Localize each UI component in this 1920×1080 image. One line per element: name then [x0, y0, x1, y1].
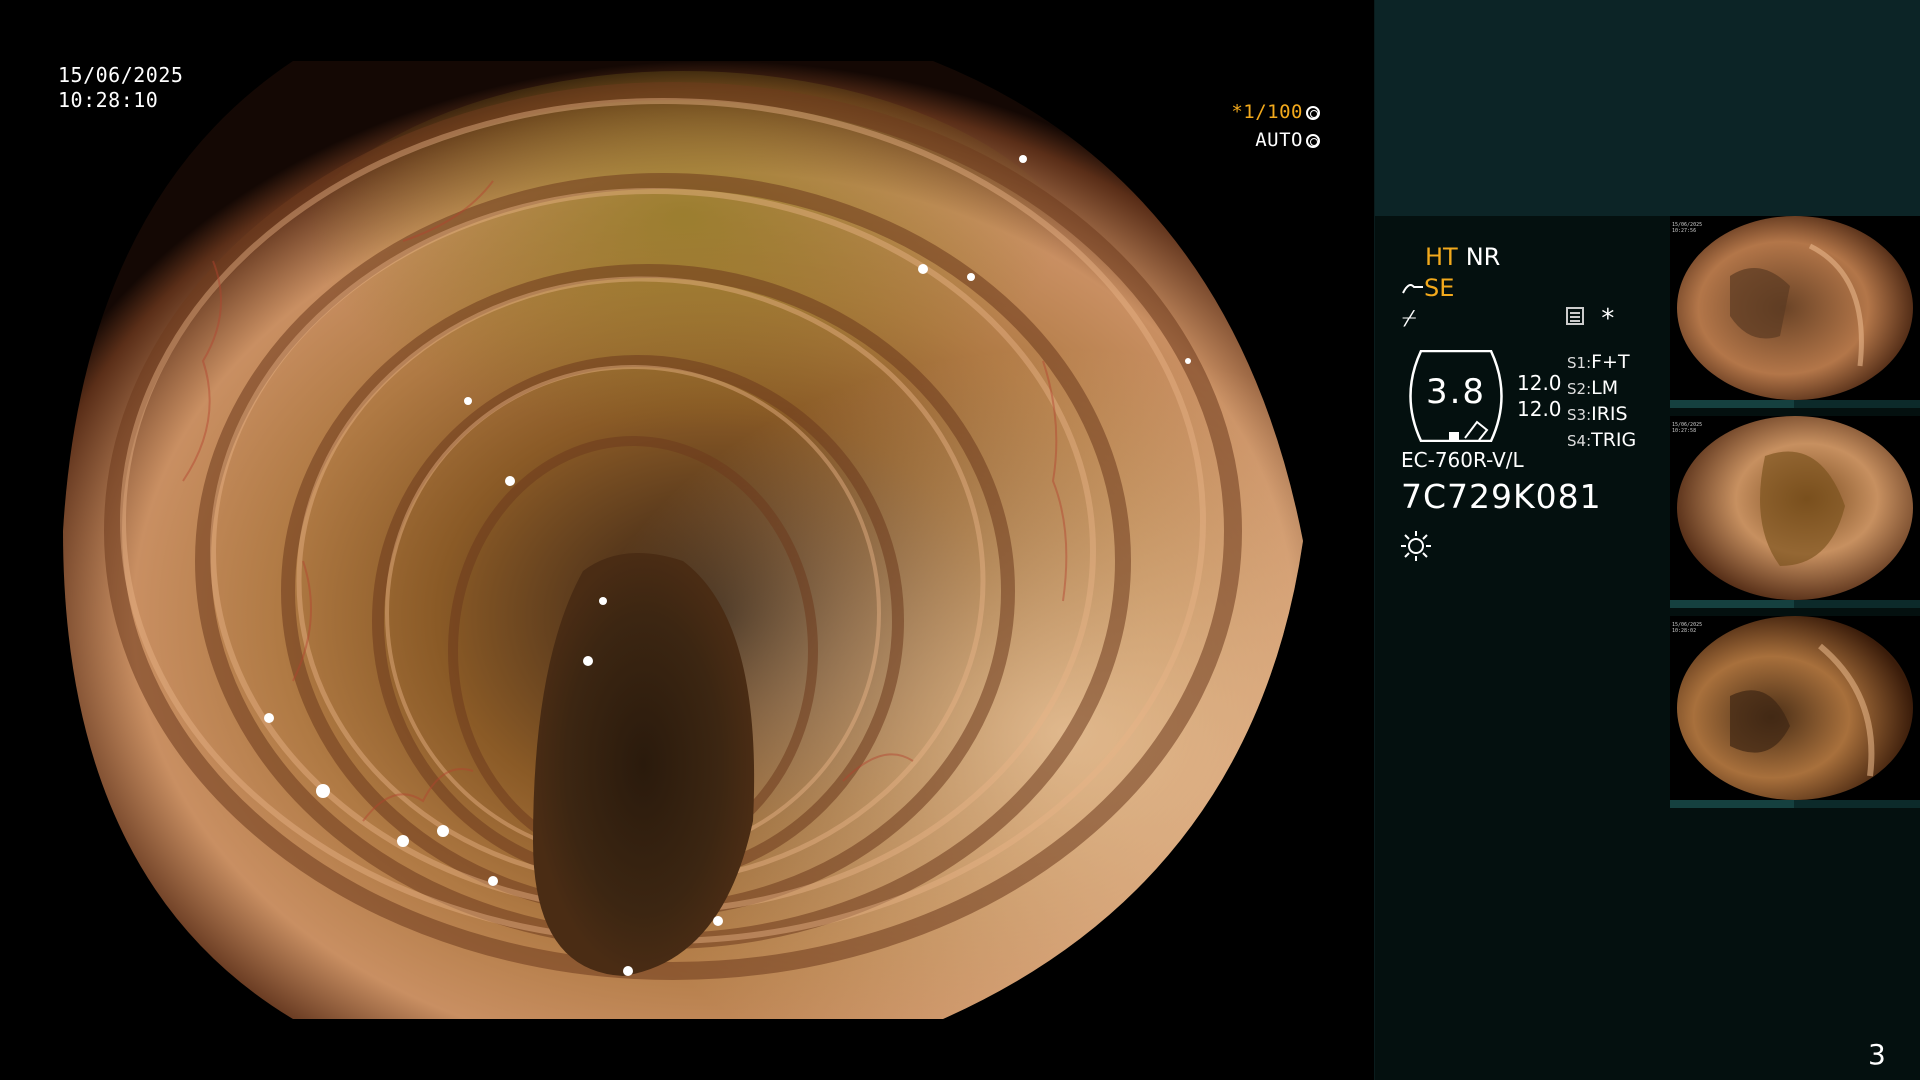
thumb-time: 10:27:56 [1672, 228, 1697, 234]
switch-value: IRIS [1591, 403, 1628, 425]
switch-key: S2: [1567, 380, 1592, 398]
switch-settings: S1:F+T S2:LM S3:IRIS S4:TRIG [1567, 350, 1636, 454]
mode-ht: HT [1425, 243, 1458, 271]
thumbnail-image [1677, 616, 1913, 800]
thumbnail-image [1677, 416, 1913, 600]
thumbnail-bar [1670, 400, 1920, 408]
scope-model: EC-760R-V/L [1401, 448, 1524, 472]
gauge-side-value: 12.0 [1517, 371, 1562, 395]
thumb-time: 10:27:58 [1672, 428, 1697, 434]
captured-thumbnails: 15/06/2025 10:27:56 15/06/2025 10:27:58 … [1670, 216, 1920, 816]
switch-key: S1: [1567, 354, 1592, 372]
gauge-side-values: 12.0 12.0 [1517, 370, 1562, 422]
thumbnail-meta: 15/06/2025 10:28:02 [1672, 622, 1702, 634]
thumbnail-meta: 15/06/2025 10:27:56 [1672, 222, 1702, 234]
thumbnail-2[interactable]: 15/06/2025 10:27:58 [1670, 416, 1920, 608]
switch-row: S4:TRIG [1567, 428, 1636, 454]
page-number: 3 [1868, 1038, 1886, 1071]
tone-curve-icon [1402, 284, 1423, 294]
endoscope-live-view [63, 61, 1313, 1019]
thumbnail-image [1677, 216, 1913, 400]
switch-row: S2:LM [1567, 376, 1636, 402]
iris-mode: AUTO [1255, 129, 1303, 151]
shutter-prefix: * [1231, 101, 1244, 123]
thumbnail-3[interactable]: 15/06/2025 10:28:02 [1670, 616, 1920, 808]
image-mode-line: HT NR [1425, 243, 1500, 271]
switch-value: LM [1591, 377, 1619, 399]
menu-icon [1566, 307, 1584, 325]
thumb-time: 10:28:02 [1672, 628, 1697, 634]
switch-row: S3:IRIS [1567, 402, 1636, 428]
datetime-display: 15/06/2025 10:28:10 [58, 63, 183, 113]
time-text: 10:28:10 [58, 88, 159, 112]
thumbnail-1[interactable]: 15/06/2025 10:27:56 [1670, 216, 1920, 408]
gamma-curve-icon: ⌿ [1402, 304, 1417, 332]
gauge-value: 3.8 [1425, 372, 1487, 412]
mode-nr: NR [1465, 243, 1501, 271]
structure-enhance-line: SE [1402, 274, 1454, 302]
switch-key: S4: [1567, 432, 1592, 450]
shutter-speed: 1/100 [1243, 101, 1303, 123]
switch-value: F+T [1591, 351, 1630, 373]
switch-value: TRIG [1591, 429, 1637, 451]
panel-header-area [1375, 0, 1920, 216]
scope-serial: 7C729K081 [1401, 477, 1602, 516]
thumbnail-bar [1670, 600, 1920, 608]
thumbnail-bar [1670, 800, 1920, 808]
exposure-indicator: *1/100 AUTO [1231, 98, 1320, 154]
thumbnail-meta: 15/06/2025 10:27:58 [1672, 422, 1702, 434]
date-text: 15/06/2025 [58, 63, 184, 87]
mode-se: SE [1424, 274, 1455, 302]
light-icon [1401, 531, 1431, 561]
gauge-side-value: 12.0 [1517, 397, 1562, 421]
colon-lumen-image [63, 61, 1303, 1019]
star-icon: * [1600, 304, 1616, 334]
switch-key: S3: [1567, 406, 1592, 424]
iris-ring-icon [1306, 134, 1320, 148]
shutter-icon [1306, 106, 1320, 120]
switch-row: S1:F+T [1567, 350, 1636, 376]
